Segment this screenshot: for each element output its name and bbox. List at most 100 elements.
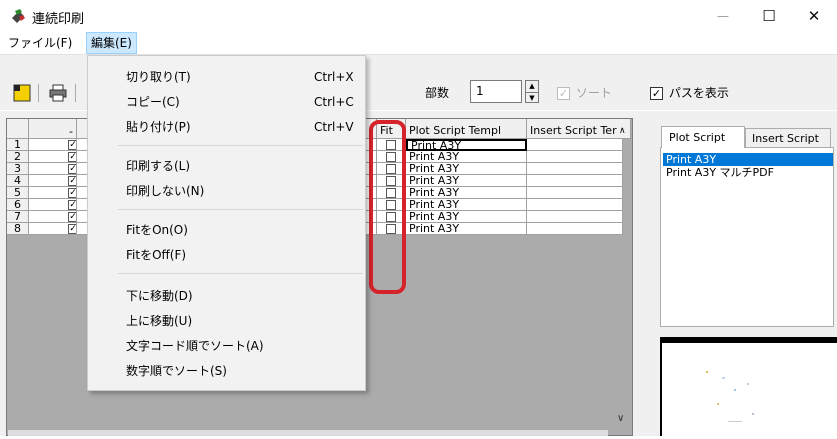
menu-item[interactable]: 印刷しない(N) — [88, 180, 365, 202]
menu-item-shortcut: Ctrl+V — [314, 120, 354, 134]
close-button[interactable]: ✕ — [791, 0, 837, 32]
insert-script-cell[interactable] — [527, 211, 623, 223]
insert-script-cell[interactable] — [527, 175, 623, 187]
plot-script-cell[interactable]: Print A3Y — [406, 199, 527, 211]
insert-script-cell[interactable] — [527, 151, 623, 163]
print-checkbox[interactable]: ✓ — [68, 140, 76, 150]
print-checkbox-cell[interactable]: ✓ — [29, 199, 77, 211]
menu-item[interactable]: FitをOff(F) — [88, 244, 365, 266]
show-path-checkbox[interactable]: ✓ パスを表示 — [650, 84, 729, 101]
minimize-button[interactable]: — — [700, 0, 746, 32]
row-number: 4 — [7, 175, 29, 187]
tab-plot-script[interactable]: Plot Script — [661, 126, 745, 148]
menu-item[interactable]: 切り取り(T) Ctrl+X — [88, 66, 365, 88]
check-icon: ✓ — [557, 87, 570, 100]
menu-separator — [118, 209, 363, 210]
menu-item-label: 上に移動(U) — [126, 314, 193, 328]
print-checkbox-cell[interactable]: ✓ — [29, 211, 77, 223]
menu-item-label: 切り取り(T) — [126, 70, 191, 84]
print-checkbox[interactable]: ✓ — [68, 152, 76, 162]
column-header-print[interactable]: - — [29, 119, 77, 139]
menu-item[interactable]: 印刷する(L) — [88, 155, 365, 177]
print-checkbox-cell[interactable]: ✓ — [29, 223, 77, 235]
menu-edit[interactable]: 編集(E) — [86, 32, 137, 54]
tab-insert-script[interactable]: Insert Script — [745, 128, 831, 148]
print-checkbox[interactable]: ✓ — [68, 164, 76, 174]
check-icon: ✓ — [650, 87, 663, 100]
print-checkbox[interactable]: ✓ — [68, 212, 76, 222]
print-checkbox[interactable]: ✓ — [68, 200, 76, 210]
sort-checkbox[interactable]: ✓ ソート — [557, 84, 612, 101]
menu-separator — [118, 273, 363, 274]
row-number: 6 — [7, 199, 29, 211]
menu-item-label: 数字順でソート(S) — [126, 364, 227, 378]
printer-icon[interactable] — [48, 83, 68, 103]
insert-script-cell[interactable] — [527, 163, 623, 175]
preview-image — [662, 343, 837, 436]
menu-item-label: 貼り付け(P) — [126, 120, 191, 134]
horizontal-scrollbar[interactable] — [8, 430, 608, 436]
row-number: 5 — [7, 187, 29, 199]
insert-script-cell[interactable] — [527, 139, 623, 151]
menu-item[interactable]: コピー(C) Ctrl+C — [88, 91, 365, 113]
plot-script-cell[interactable]: Print A3Y — [406, 163, 527, 175]
menu-item-label: コピー(C) — [126, 95, 180, 109]
plot-script-cell[interactable]: Print A3Y — [406, 151, 527, 163]
script-list-item[interactable]: Print A3Y — [663, 153, 833, 166]
scroll-up-icon[interactable]: ∧ — [619, 126, 626, 136]
fit-column-highlight — [369, 120, 406, 294]
print-checkbox[interactable]: ✓ — [68, 224, 76, 234]
insert-script-cell[interactable] — [527, 199, 623, 211]
menu-item[interactable]: 文字コード順でソート(A) — [88, 335, 365, 357]
column-header-insert-script[interactable]: Insert Script Ter — [527, 119, 631, 139]
menu-item-label: FitをOn(O) — [126, 223, 188, 237]
copies-spinner[interactable]: ▲ ▼ — [525, 80, 539, 103]
print-checkbox[interactable]: ✓ — [68, 176, 76, 186]
plot-script-cell[interactable]: Print A3Y — [406, 139, 527, 151]
menu-item-label: 印刷しない(N) — [126, 184, 205, 198]
insert-script-cell[interactable] — [527, 187, 623, 199]
app-icon — [10, 8, 26, 24]
edit-dropdown-menu: 切り取り(T) Ctrl+X コピー(C) Ctrl+C 貼り付け(P) Ctrl+V 印刷… — [87, 55, 366, 391]
print-checkbox[interactable]: ✓ — [68, 188, 76, 198]
menu-item-label: 印刷する(L) — [126, 159, 191, 173]
menu-item-label: FitをOff(F) — [126, 248, 187, 262]
print-checkbox-cell[interactable]: ✓ — [29, 151, 77, 163]
menu-item[interactable]: 貼り付け(P) Ctrl+V — [88, 116, 365, 138]
copies-label: 部数 — [425, 86, 450, 100]
row-number: 7 — [7, 211, 29, 223]
menu-separator — [118, 145, 363, 146]
toolbar-separator — [75, 84, 76, 102]
menu-file[interactable]: ファイル(F) — [4, 32, 76, 54]
print-checkbox-cell[interactable]: ✓ — [29, 187, 77, 199]
title-bar: 連続印刷 — ☐ ✕ — [0, 0, 837, 32]
sort-label: ソート — [575, 86, 612, 100]
menu-item[interactable]: 数字順でソート(S) — [88, 360, 365, 382]
menu-item[interactable]: 上に移動(U) — [88, 310, 365, 332]
menu-item[interactable]: 下に移動(D) — [88, 285, 365, 307]
menu-item-label: 下に移動(D) — [126, 289, 193, 303]
insert-script-cell[interactable] — [527, 223, 623, 235]
menu-item-label: 文字コード順でソート(A) — [126, 339, 264, 353]
plot-script-cell[interactable]: Print A3Y — [406, 211, 527, 223]
column-header-plot-script[interactable]: Plot Script Templ — [406, 119, 527, 139]
open-folder-icon[interactable] — [12, 83, 32, 103]
row-number: 1 — [7, 139, 29, 151]
plot-script-cell[interactable]: Print A3Y — [406, 223, 527, 235]
plot-script-cell[interactable]: Print A3Y — [406, 175, 527, 187]
script-list-item[interactable]: Print A3Y マルチPDF — [663, 166, 833, 179]
spin-down-icon[interactable]: ▼ — [526, 92, 538, 103]
scroll-down-icon[interactable]: ∨ — [617, 413, 624, 424]
print-checkbox-cell[interactable]: ✓ — [29, 175, 77, 187]
print-checkbox-cell[interactable]: ✓ — [29, 163, 77, 175]
script-list[interactable]: Print A3Y Print A3Y マルチPDF — [660, 147, 834, 327]
menu-item-shortcut: Ctrl+X — [314, 70, 354, 84]
row-number: 2 — [7, 151, 29, 163]
spin-up-icon[interactable]: ▲ — [526, 81, 538, 92]
copies-input[interactable]: 1 — [470, 80, 522, 103]
print-checkbox-cell[interactable]: ✓ — [29, 139, 77, 151]
menu-item[interactable]: FitをOn(O) — [88, 219, 365, 241]
maximize-button[interactable]: ☐ — [746, 0, 792, 32]
plot-script-cell[interactable]: Print A3Y — [406, 187, 527, 199]
menu-item-shortcut: Ctrl+C — [314, 95, 354, 109]
